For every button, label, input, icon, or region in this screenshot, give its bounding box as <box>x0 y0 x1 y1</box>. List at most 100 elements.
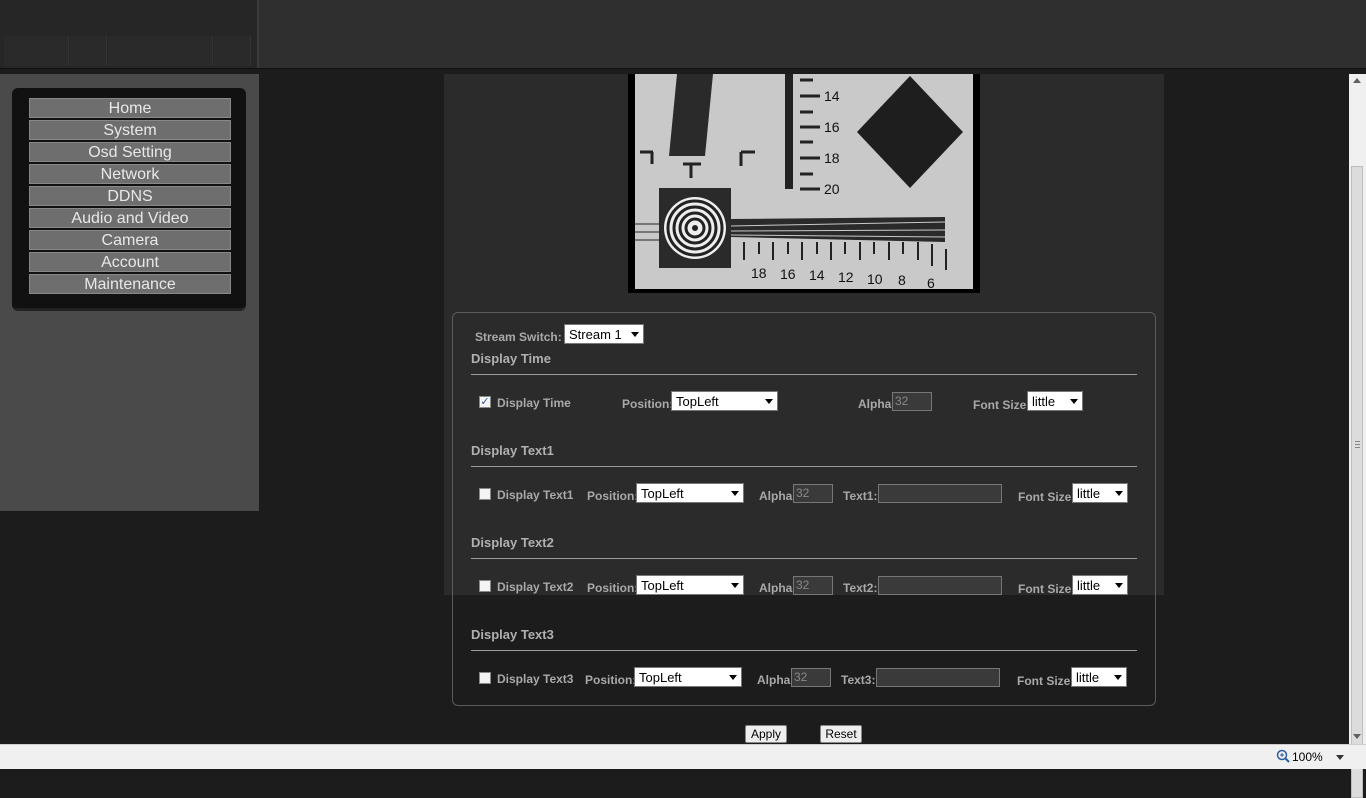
display-time-position-select[interactable]: TopLeft <box>671 391 778 411</box>
display-text2-position-select[interactable]: TopLeft <box>636 575 744 595</box>
menu-item-maintenance[interactable]: Maintenance <box>29 274 231 294</box>
scale-number: 10 <box>867 271 883 287</box>
stream-select[interactable]: Stream 1 <box>564 324 644 344</box>
position-value: TopLeft <box>639 670 682 685</box>
display-text1-position-select[interactable]: TopLeft <box>636 483 744 503</box>
font-size-value: little <box>1032 394 1056 409</box>
stream-select-value: Stream 1 <box>569 327 622 342</box>
osd-settings-panel: Stream Switch: Stream 1 Display Time ✓ D… <box>452 312 1156 706</box>
magnifier-icon[interactable] <box>1276 749 1290 763</box>
display-text2-alpha-input[interactable]: 32 <box>793 576 833 595</box>
position-value: TopLeft <box>641 486 684 501</box>
section-title-display-text2: Display Text2 <box>471 535 554 550</box>
section-title-display-time: Display Time <box>471 351 551 366</box>
display-text2-label: Display Text2 <box>497 580 574 594</box>
display-text1-alpha-input[interactable]: 32 <box>793 484 833 503</box>
display-text2-checkbox[interactable] <box>479 580 491 592</box>
menu-item-home[interactable]: Home <box>29 98 231 118</box>
display-text1-checkbox[interactable] <box>479 488 491 500</box>
scale-number: 8 <box>898 272 906 288</box>
vertical-scrollbar[interactable] <box>1349 74 1366 798</box>
chevron-down-icon <box>1115 491 1123 496</box>
chevron-down-icon <box>1115 583 1123 588</box>
zoom-level[interactable]: 100% <box>1292 750 1323 764</box>
section-title-display-text3: Display Text3 <box>471 627 554 642</box>
display-time-font-size-select[interactable]: little <box>1027 391 1083 411</box>
menu-item-network[interactable]: Network <box>29 164 231 184</box>
text-label: Text2: <box>843 581 878 595</box>
font-size-value: little <box>1077 486 1101 501</box>
scale-number: 18 <box>751 265 767 281</box>
top-banner <box>0 0 1366 69</box>
divider <box>471 558 1137 559</box>
position-label: Position: <box>587 581 639 595</box>
chevron-down-icon <box>1070 399 1078 404</box>
logo-area <box>0 0 259 68</box>
font-size-value: little <box>1077 578 1101 593</box>
position-value: TopLeft <box>676 394 719 409</box>
menu-item-audio-video[interactable]: Audio and Video <box>29 208 231 228</box>
font-size-label: Font Size: <box>973 398 1031 412</box>
chevron-down-icon <box>1114 675 1122 680</box>
menu-item-account[interactable]: Account <box>29 252 231 272</box>
browser-status-bar: 100% <box>0 744 1366 769</box>
scale-number: 6 <box>927 275 935 289</box>
display-text3-checkbox[interactable] <box>479 672 491 684</box>
ruler-number: 16 <box>824 119 840 135</box>
apply-button[interactable]: Apply <box>745 725 787 743</box>
display-text1-text-input[interactable] <box>878 484 1002 503</box>
divider <box>471 650 1137 651</box>
font-size-value: little <box>1076 670 1100 685</box>
position-value: TopLeft <box>641 578 684 593</box>
stream-switch-label: Stream Switch: <box>475 330 562 344</box>
alpha-label: Alpha: <box>759 489 797 503</box>
display-time-checkbox[interactable]: ✓ <box>479 396 491 408</box>
scale-number: 16 <box>780 266 796 282</box>
chevron-down-icon <box>731 491 739 496</box>
scroll-up-icon[interactable] <box>1353 78 1361 83</box>
ruler-number: 20 <box>824 181 840 197</box>
menu-item-ddns[interactable]: DDNS <box>29 186 231 206</box>
menu-item-system[interactable]: System <box>29 120 231 140</box>
display-text2-text-input[interactable] <box>878 576 1002 595</box>
sidebar: Home System Osd Setting Network DDNS Aud… <box>0 74 259 511</box>
font-size-label: Font Size: <box>1018 582 1076 596</box>
text-label: Text3: <box>841 673 876 687</box>
menu-item-camera[interactable]: Camera <box>29 230 231 250</box>
display-text3-position-select[interactable]: TopLeft <box>634 667 742 687</box>
scale-number: 14 <box>809 267 825 283</box>
font-size-label: Font Size: <box>1018 490 1076 504</box>
divider <box>471 466 1137 467</box>
scroll-thumb[interactable] <box>1351 166 1363 798</box>
chevron-down-icon <box>765 399 773 404</box>
chevron-down-icon[interactable] <box>1336 755 1344 760</box>
position-label: Position: <box>587 489 639 503</box>
chevron-down-icon <box>729 675 737 680</box>
position-label: Position: <box>585 673 637 687</box>
scale-number: 12 <box>838 269 854 285</box>
display-text3-label: Display Text3 <box>497 672 574 686</box>
display-time-label: Display Time <box>497 396 571 410</box>
alpha-label: Alpha: <box>858 397 896 411</box>
scroll-down-icon[interactable] <box>1353 734 1361 739</box>
display-time-alpha-input[interactable]: 32 <box>892 392 932 411</box>
display-text3-text-input[interactable] <box>876 668 1000 687</box>
display-text2-font-size-select[interactable]: little <box>1072 575 1128 595</box>
position-label: Position: <box>622 397 674 411</box>
text-label: Text1: <box>843 489 878 503</box>
reset-button[interactable]: Reset <box>820 725 862 743</box>
menu-item-osd-setting[interactable]: Osd Setting <box>29 142 231 162</box>
alpha-label: Alpha: <box>757 673 795 687</box>
camera-preview: 14 16 18 20 18 16 14 12 10 8 6 <box>628 74 980 293</box>
section-title-display-text1: Display Text1 <box>471 443 554 458</box>
ruler-number: 18 <box>824 150 840 166</box>
display-text3-alpha-input[interactable]: 32 <box>791 668 831 687</box>
display-text1-font-size-select[interactable]: little <box>1072 483 1128 503</box>
chevron-down-icon <box>731 583 739 588</box>
display-text1-label: Display Text1 <box>497 488 574 502</box>
display-text3-font-size-select[interactable]: little <box>1071 667 1127 687</box>
ruler-number: 14 <box>824 88 840 104</box>
alpha-label: Alpha: <box>759 581 797 595</box>
chevron-down-icon <box>631 332 639 337</box>
font-size-label: Font Size: <box>1017 674 1075 688</box>
